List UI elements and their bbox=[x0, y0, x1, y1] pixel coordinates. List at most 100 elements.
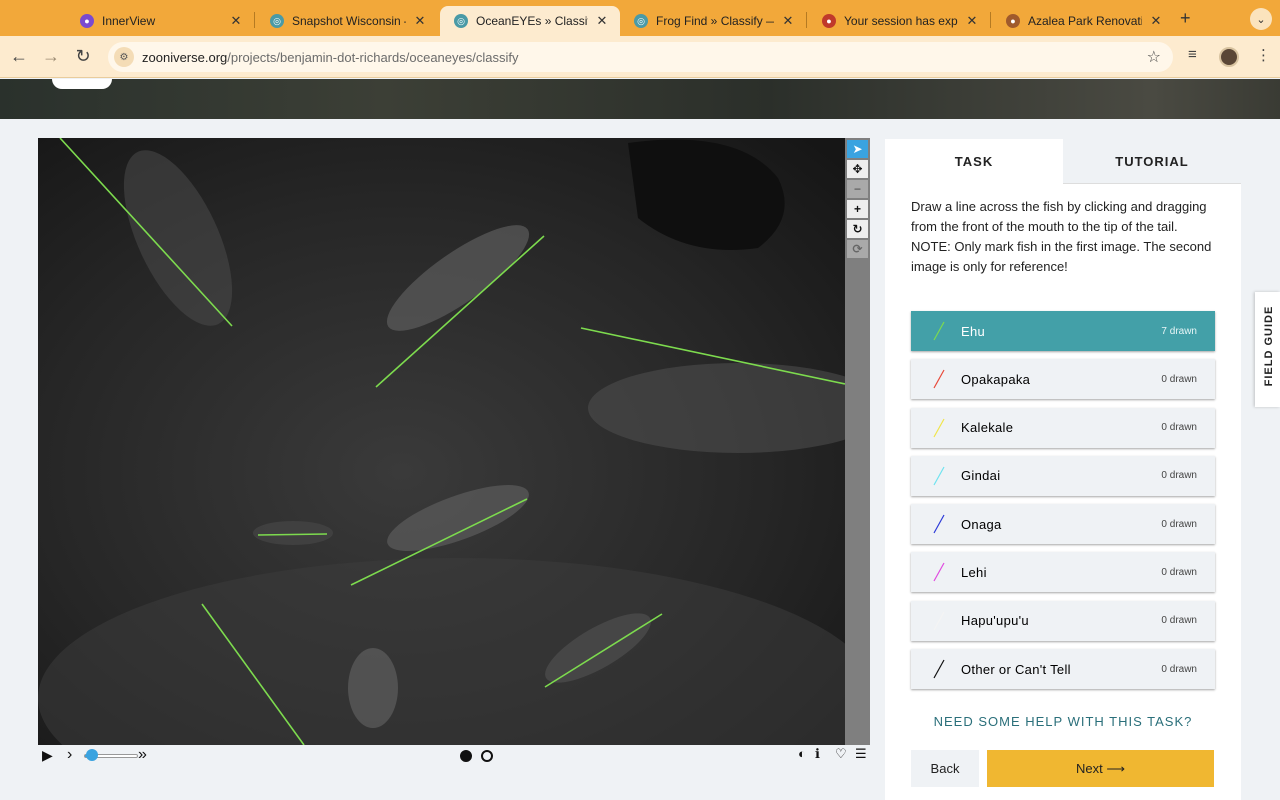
tab-separator bbox=[990, 12, 991, 28]
line-tool-icon bbox=[933, 418, 945, 437]
tab-tutorial[interactable]: TUTORIAL bbox=[1063, 139, 1241, 184]
field-guide-button[interactable]: FIELD GUIDE bbox=[1255, 292, 1280, 407]
drawn-count: 0 drawn bbox=[1161, 615, 1197, 627]
zooniverse-favicon-icon: ◎ bbox=[454, 14, 468, 28]
fish-shadow bbox=[348, 648, 398, 728]
task-help-link[interactable]: NEED SOME HELP WITH THIS TASK? bbox=[885, 714, 1241, 729]
task-panel: TASK TUTORIAL Draw a line across the fis… bbox=[885, 139, 1241, 800]
instruction-text: Draw a line across the fish by clicking … bbox=[911, 199, 1207, 234]
browser-tab-snapshot-wisconsin[interactable]: ◎ Snapshot Wisconsin — Z ✕ bbox=[256, 6, 438, 36]
choice-hapuupuu[interactable]: Hapu'upu'u 0 drawn bbox=[911, 600, 1215, 641]
url-domain: zooniverse.org bbox=[142, 49, 228, 65]
line-tool-icon bbox=[933, 514, 945, 534]
viewer-toolbar: ➤ ✥ − + ↻ ⟳ bbox=[845, 138, 870, 745]
frame-controls: ▶ › » ◐ ℹ ♡ ☰ bbox=[38, 745, 870, 767]
browser-tab-session-expired[interactable]: ● Your session has expired ✕ bbox=[808, 6, 990, 36]
task-tabs: TASK TUTORIAL bbox=[885, 139, 1241, 184]
contrast-icon[interactable]: ◐ bbox=[798, 746, 806, 761]
forward-arrow-icon[interactable]: → bbox=[40, 46, 62, 67]
tab-title: Azalea Park Renovation bbox=[1028, 14, 1142, 28]
choice-opakapaka[interactable]: Opakapaka 0 drawn bbox=[911, 359, 1215, 400]
subject-image[interactable] bbox=[38, 138, 845, 745]
media-queue-icon[interactable]: ≡ bbox=[1188, 46, 1197, 63]
url-path: /projects/benjamin-dot-richards/oceaneye… bbox=[227, 49, 519, 65]
field-guide-label: FIELD GUIDE bbox=[1263, 305, 1275, 387]
drawn-count: 0 drawn bbox=[1161, 518, 1197, 530]
tab-task[interactable]: TASK bbox=[885, 139, 1063, 184]
innerview-favicon-icon: ● bbox=[80, 14, 94, 28]
address-bar[interactable]: ⚙ zooniverse.org/projects/benjamin-dot-r… bbox=[108, 42, 1173, 72]
profile-avatar[interactable] bbox=[1219, 47, 1239, 67]
choice-ehu[interactable]: Ehu 7 drawn bbox=[911, 311, 1215, 351]
tab-title: OceanEYEs » Classify — bbox=[476, 14, 588, 28]
session-favicon-icon: ● bbox=[822, 14, 836, 28]
back-arrow-icon[interactable]: ← bbox=[8, 46, 30, 67]
browser-tab-frog-find[interactable]: ◎ Frog Find » Classify — Z ✕ bbox=[620, 6, 806, 36]
close-tab-icon[interactable]: ✕ bbox=[1148, 13, 1164, 29]
move-icon[interactable]: ✥ bbox=[847, 160, 868, 178]
line-tool-icon bbox=[933, 563, 945, 582]
line-tool-icon bbox=[933, 466, 945, 486]
bookmark-star-icon[interactable]: ☆ bbox=[1147, 47, 1161, 67]
close-tab-icon[interactable]: ✕ bbox=[412, 13, 428, 29]
play-icon[interactable]: ▶ bbox=[42, 747, 53, 764]
reload-icon[interactable]: ↻ bbox=[72, 46, 94, 67]
browser-toolbar: ← → ↻ ⚙ zooniverse.org/projects/benjamin… bbox=[0, 36, 1280, 78]
site-info-icon[interactable]: ⚙ bbox=[114, 47, 134, 67]
subject-viewer[interactable] bbox=[38, 138, 845, 745]
tab-title: InnerView bbox=[102, 14, 156, 28]
choice-onaga[interactable]: Onaga 0 drawn bbox=[911, 504, 1215, 545]
project-banner bbox=[0, 79, 1280, 119]
task-instructions: Draw a line across the fish by clicking … bbox=[911, 197, 1226, 277]
favorite-heart-icon[interactable]: ♡ bbox=[835, 746, 847, 762]
choice-gindai[interactable]: Gindai 0 drawn bbox=[911, 455, 1215, 496]
choice-label: Lehi bbox=[961, 564, 987, 580]
close-tab-icon[interactable]: ✕ bbox=[228, 13, 244, 29]
browser-tab-strip: ● InnerView ✕ ◎ Snapshot Wisconsin — Z ✕… bbox=[0, 0, 1280, 36]
line-tool-icon bbox=[933, 370, 945, 389]
collections-list-icon[interactable]: ☰ bbox=[855, 746, 867, 762]
project-avatar-logo[interactable] bbox=[52, 79, 112, 89]
tab-separator bbox=[806, 12, 807, 28]
reset-icon[interactable]: ⟳ bbox=[847, 240, 868, 258]
choice-label: Gindai bbox=[961, 468, 1001, 484]
choice-label: Kalekale bbox=[961, 420, 1014, 436]
frame-2-dot[interactable] bbox=[481, 750, 493, 762]
slider-handle[interactable] bbox=[86, 749, 98, 761]
zooniverse-favicon-icon: ◎ bbox=[634, 14, 648, 28]
line-tool-icon bbox=[933, 321, 945, 341]
chevron-right-icon[interactable]: › bbox=[67, 746, 72, 764]
next-button[interactable]: Next ⟶ bbox=[987, 750, 1214, 787]
drawn-count: 7 drawn bbox=[1161, 325, 1197, 337]
rotate-icon[interactable]: ↻ bbox=[847, 220, 868, 238]
browser-tab-innerview[interactable]: ● InnerView ✕ bbox=[66, 6, 254, 36]
zoom-out-icon[interactable]: − bbox=[847, 180, 868, 198]
choice-label: Ehu bbox=[961, 323, 986, 339]
ehu-mark[interactable] bbox=[257, 533, 328, 536]
choice-kalekale[interactable]: Kalekale 0 drawn bbox=[911, 407, 1215, 448]
browser-tab-oceaneyes[interactable]: ◎ OceanEYEs » Classify — ✕ bbox=[440, 6, 620, 36]
browser-tab-azalea-park[interactable]: ● Azalea Park Renovation ✕ bbox=[992, 6, 1174, 36]
choice-other[interactable]: Other or Can't Tell 0 drawn bbox=[911, 649, 1215, 690]
line-tool-icon bbox=[933, 611, 945, 631]
close-tab-icon[interactable]: ✕ bbox=[964, 13, 980, 29]
fast-forward-icon[interactable]: » bbox=[138, 746, 147, 764]
choice-lehi[interactable]: Lehi 0 drawn bbox=[911, 552, 1215, 593]
zoom-in-icon[interactable]: + bbox=[847, 200, 868, 218]
choice-label: Hapu'upu'u bbox=[961, 613, 1029, 629]
tab-title: Frog Find » Classify — Z bbox=[656, 14, 774, 28]
close-tab-icon[interactable]: ✕ bbox=[780, 13, 796, 29]
tab-title: Your session has expired bbox=[844, 14, 958, 28]
new-tab-icon[interactable]: + bbox=[1180, 8, 1191, 29]
species-choices: Ehu 7 drawn Opakapaka 0 drawn Kalekale 0… bbox=[911, 311, 1215, 697]
frame-1-dot[interactable] bbox=[460, 750, 472, 762]
cursor-icon[interactable]: ➤ bbox=[847, 140, 868, 158]
tab-search-chevron-icon[interactable]: ⌄ bbox=[1250, 8, 1272, 30]
info-icon[interactable]: ℹ bbox=[815, 746, 820, 762]
back-button[interactable]: Back bbox=[911, 750, 979, 787]
fish-shadow bbox=[253, 521, 333, 545]
drawn-count: 0 drawn bbox=[1161, 566, 1197, 578]
drawn-count: 0 drawn bbox=[1161, 422, 1197, 434]
browser-menu-icon[interactable]: ⋮ bbox=[1256, 46, 1271, 64]
close-tab-icon[interactable]: ✕ bbox=[594, 13, 610, 29]
